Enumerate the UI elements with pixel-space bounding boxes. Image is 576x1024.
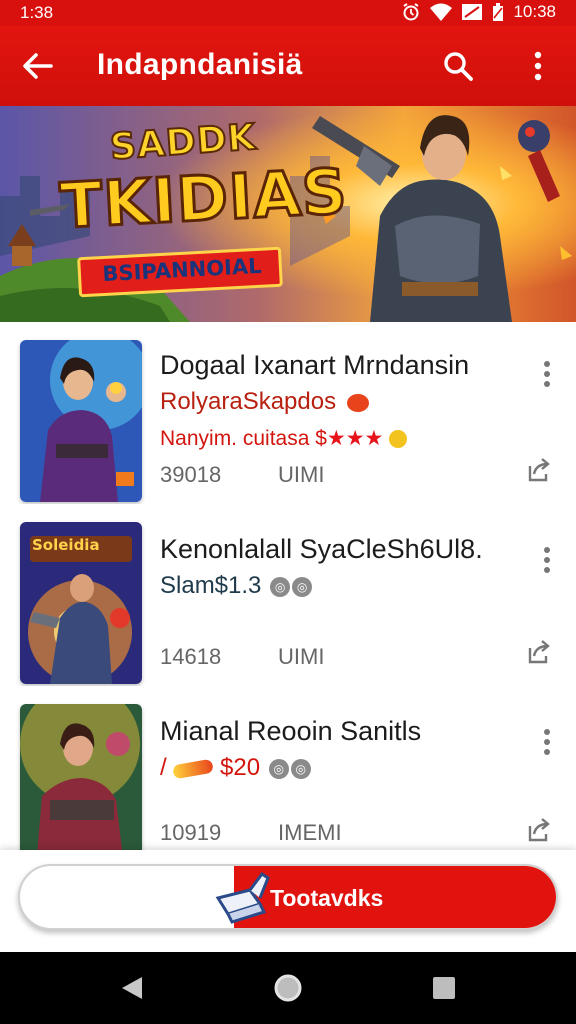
item-count: 39018 — [160, 462, 222, 487]
item-price-text: Nanyim. cuitasa $ — [160, 427, 327, 450]
status-bar: 1:38 10:38 — [0, 0, 576, 26]
nav-home-button[interactable] — [264, 964, 312, 1012]
item-share-button[interactable] — [520, 634, 556, 670]
item-menu-button[interactable] — [530, 720, 564, 764]
thumb-caption: Soleidia — [32, 536, 100, 554]
wifi-icon — [430, 3, 453, 21]
status-icons: 10:38 — [401, 2, 556, 22]
list-item[interactable]: Soleidia Kenonlalall SyaCleSh6Ul8. Slam$… — [0, 504, 576, 686]
star-rating: ★★★ — [326, 427, 384, 450]
item-subtitle-text: Slam$1.3 — [160, 572, 262, 599]
share-icon — [528, 640, 550, 664]
app-bar: Indapndanisiä — [0, 26, 576, 106]
emoji-icon — [389, 430, 408, 449]
alarm-icon — [403, 3, 420, 21]
more-vertical-icon — [544, 361, 550, 387]
item-price: Nanyim. cuitasa $★★★ — [160, 426, 408, 451]
item-thumbnail — [20, 704, 142, 866]
item-subtitle: / $20 ◎ ◎ — [160, 754, 311, 782]
item-price-prefix: / — [160, 754, 174, 781]
action-button-label: Tootavdks — [270, 885, 384, 911]
signal-icon — [462, 4, 483, 20]
item-menu-button[interactable] — [530, 538, 564, 582]
overflow-menu-button[interactable] — [514, 42, 562, 90]
badge-icon: ◎ — [270, 576, 291, 597]
search-icon — [444, 52, 473, 81]
back-button[interactable] — [14, 42, 62, 90]
item-count: 10919 — [160, 820, 222, 845]
flame-icon — [172, 758, 215, 780]
item-menu-button[interactable] — [530, 352, 564, 396]
item-subtitle: RolyaraSkapdos — [160, 388, 369, 416]
badge-icon: ◎ — [268, 758, 289, 779]
status-time-right: 10:38 — [513, 2, 556, 21]
share-icon — [528, 458, 550, 482]
item-title: Mianal Reooin Sanitls — [160, 716, 422, 746]
circle-home-icon — [274, 974, 302, 1002]
more-vertical-icon — [534, 51, 542, 81]
badge-icon — [346, 393, 369, 412]
item-thumbnail — [20, 340, 142, 502]
search-button[interactable] — [434, 42, 482, 90]
item-subtitle-text: RolyaraSkapdos — [160, 388, 337, 415]
item-title: Dogaal Ixanart Mrndansin — [160, 350, 470, 380]
triangle-back-icon — [122, 977, 142, 999]
list-item[interactable]: Mianal Reooin Sanitls / $20 ◎ ◎ 10919 IME… — [0, 686, 576, 868]
item-subtitle: Slam$1.3 ◎ ◎ — [160, 572, 313, 600]
arrow-left-icon — [23, 53, 53, 79]
badge-icon: ◎ — [290, 758, 311, 779]
item-share-button[interactable] — [520, 452, 556, 488]
banner-title-large: TKIDIAS — [57, 153, 351, 244]
system-nav-bar — [0, 952, 576, 1024]
status-time-left: 1:38 — [20, 3, 54, 22]
promo-banner[interactable]: SADDK TKIDIAS BSIPANNOIAL — [0, 106, 576, 322]
list-item[interactable]: Dogaal Ixanart Mrndansin RolyaraSkapdos … — [0, 322, 576, 504]
bottom-action-area: Tootavdks — [0, 850, 576, 952]
item-count: 14618 — [160, 644, 222, 669]
item-tag: UIMI — [278, 462, 325, 487]
battery-icon — [493, 3, 504, 21]
share-icon — [528, 818, 550, 842]
nav-recents-button[interactable] — [420, 964, 468, 1012]
app-screen: 1:38 10:38 Indapndanisiä SADDK TKIDIAS B… — [0, 0, 576, 1024]
item-tag: UIMI — [278, 644, 325, 669]
item-tag: IMEMI — [278, 820, 342, 845]
nav-back-button[interactable] — [108, 964, 156, 1012]
page-title: Indapndanisiä — [97, 48, 303, 81]
more-vertical-icon — [544, 547, 550, 573]
more-vertical-icon — [544, 729, 550, 755]
square-recents-icon — [433, 977, 455, 999]
item-title: Kenonlalall SyaCleSh6Ul8. — [160, 534, 483, 564]
item-share-button[interactable] — [520, 812, 556, 848]
item-price: $20 — [220, 754, 261, 781]
primary-action-button[interactable]: Tootavdks — [18, 864, 558, 930]
item-thumbnail: Soleidia — [20, 522, 142, 684]
badge-icon: ◎ — [292, 576, 313, 597]
